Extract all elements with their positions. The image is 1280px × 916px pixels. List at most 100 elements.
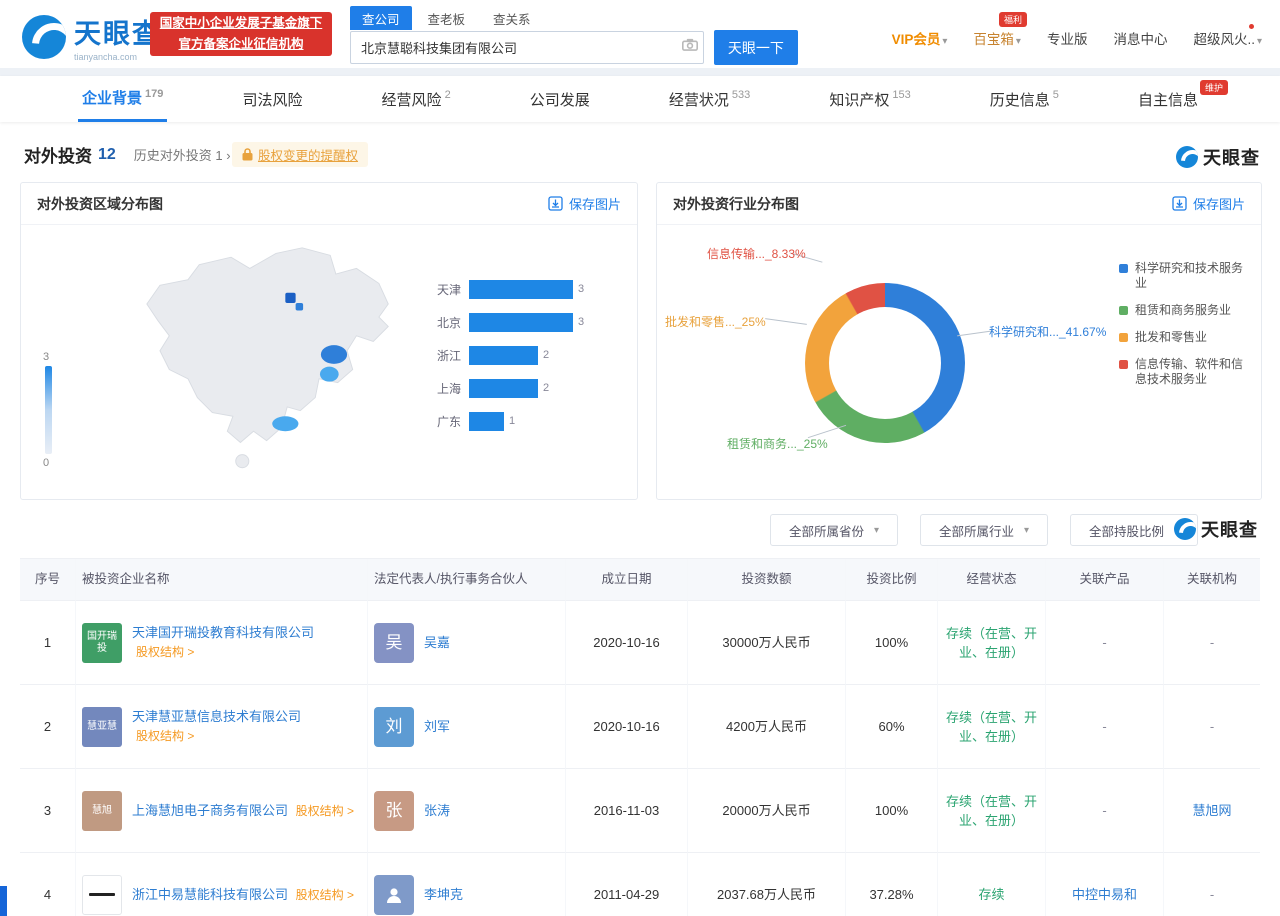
promo-link[interactable]: 股权变更的提醒权 — [232, 142, 368, 167]
camera-icon[interactable] — [682, 38, 698, 51]
tab-self-info[interactable]: 自主信息维护 — [1134, 76, 1202, 122]
tianyancha-investment-page: 天眼查 tianyancha.com 国家中小企业发展子基金旗下 官方备案企业征… — [0, 0, 1280, 916]
toolbox-badge: 福利 — [999, 12, 1027, 27]
search-area: 查公司 查老板 查关系 天眼一下 — [350, 6, 798, 65]
super-link[interactable]: 超级风火..▾ — [1193, 28, 1262, 48]
search-button[interactable]: 天眼一下 — [714, 30, 798, 65]
history-investment-link[interactable]: 历史对外投资 1 › — [134, 145, 231, 164]
message-center-link[interactable]: 消息中心 — [1113, 28, 1167, 48]
save-image-button-region[interactable]: 保存图片 — [548, 194, 621, 213]
table-row: 3 慧旭上海慧旭电子商务有限公司 股权结构 > 张张涛 2016-11-03 2… — [20, 769, 1260, 853]
company-link[interactable]: 天津国开瑞投教育科技有限公司 — [132, 625, 314, 640]
equity-structure-link[interactable]: 股权结构 > — [296, 804, 354, 818]
search-tab-relation[interactable]: 查关系 — [481, 6, 543, 30]
equity-structure-link[interactable]: 股权结构 > — [136, 729, 194, 743]
bar-row: 广东1 — [431, 411, 609, 431]
chevron-down-icon: ▾ — [874, 525, 879, 536]
company-nav-tabs: 企业背景179 司法风险 经营风险2 公司发展 经营状况533 知识产权153 … — [0, 76, 1280, 122]
legal-rep-link[interactable]: 李坤克 — [424, 885, 463, 904]
toolbox-link[interactable]: 福利百宝箱▾ — [973, 28, 1021, 48]
callout-leasing: 租赁和商务..._25% — [727, 435, 828, 452]
search-tab-company[interactable]: 查公司 — [350, 6, 412, 30]
status-badge: 存续 — [938, 853, 1046, 916]
bar-zhejiang — [469, 346, 538, 365]
tab-operation-status[interactable]: 经营状况533 — [665, 76, 754, 122]
industry-distribution-panel: 对外投资行业分布图 保存图片 科学研究和..._41.67% 信息传输..._8… — [656, 182, 1262, 500]
scale-gradient-bar — [45, 366, 52, 454]
industry-panel-title: 对外投资行业分布图 — [673, 194, 799, 214]
table-header-row: 序号 被投资企业名称 法定代表人/执行事务合伙人 成立日期 投资数额 投资比例 … — [20, 558, 1260, 601]
table-row: 2 慧亚慧天津慧亚慧信息技术有限公司 股权结构 > 刘刘军 2020-10-16… — [20, 685, 1260, 769]
tab-company-development[interactable]: 公司发展 — [526, 76, 594, 122]
map-region-zhejiang-shanghai — [321, 345, 347, 364]
banner-line1: 国家中小企业发展子基金旗下 — [150, 13, 332, 34]
company-logo: 慧旭 — [82, 791, 122, 831]
company-link[interactable]: 上海慧旭电子商务有限公司 — [132, 803, 288, 818]
filter-province-dropdown[interactable]: 全部所属省份▾ — [770, 514, 898, 546]
official-banner: 国家中小企业发展子基金旗下 官方备案企业征信机构 — [150, 12, 332, 56]
legal-rep-link[interactable]: 张涛 — [424, 801, 450, 820]
legend-item: 批发和零售业 — [1119, 330, 1247, 345]
legend-swatch-blue — [1119, 264, 1128, 273]
donut-legend: 科学研究和技术服务业 租赁和商务服务业 批发和零售业 信息传输、软件和信息技术服… — [1119, 261, 1247, 399]
equity-structure-link[interactable]: 股权结构 > — [136, 645, 194, 659]
save-image-button-industry[interactable]: 保存图片 — [1172, 194, 1245, 213]
tianyancha-logo-icon — [22, 15, 66, 59]
chevron-down-icon: ▾ — [1257, 36, 1262, 47]
rep-avatar: 刘 — [374, 707, 414, 747]
tianyancha-logo-icon — [1176, 146, 1198, 168]
callout-science: 科学研究和..._41.67% — [989, 323, 1106, 340]
window-edge-strip-bottom — [0, 886, 7, 916]
legal-rep-link[interactable]: 刘军 — [424, 717, 450, 736]
pro-version-link[interactable]: 专业版 — [1047, 28, 1088, 48]
legend-item: 信息传输、软件和信息技术服务业 — [1119, 357, 1247, 387]
legend-item: 科学研究和技术服务业 — [1119, 261, 1247, 291]
search-input[interactable] — [350, 31, 704, 64]
related-product-link[interactable]: 中控中易和 — [1072, 885, 1137, 904]
investment-table: 序号 被投资企业名称 法定代表人/执行事务合伙人 成立日期 投资数额 投资比例 … — [20, 558, 1260, 916]
tab-judicial-risk[interactable]: 司法风险 — [238, 76, 306, 122]
tab-company-background[interactable]: 企业背景179 — [78, 76, 167, 122]
person-icon — [384, 885, 404, 905]
rep-avatar — [374, 875, 414, 915]
download-icon — [1172, 196, 1187, 211]
section-title: 对外投资 — [24, 142, 92, 167]
region-panel-title: 对外投资区域分布图 — [37, 194, 163, 214]
section-count: 12 — [98, 146, 116, 164]
tab-history-info[interactable]: 历史信息5 — [986, 76, 1063, 122]
vip-link[interactable]: VIP会员▾ — [892, 28, 948, 48]
header-divider — [0, 68, 1280, 76]
callout-wholesale: 批发和零售..._25% — [665, 313, 766, 330]
related-org-link[interactable]: 慧旭网 — [1192, 801, 1231, 820]
map-region-guangdong — [272, 416, 298, 431]
legend-swatch-red — [1119, 360, 1128, 369]
tab-operation-risk[interactable]: 经营风险2 — [378, 76, 455, 122]
table-row: 1 国开瑞投天津国开瑞投教育科技有限公司 股权结构 > 吴吴嘉 2020-10-… — [20, 601, 1260, 685]
bar-tianjin — [469, 280, 573, 299]
tab-intellectual-property[interactable]: 知识产权153 — [825, 76, 914, 122]
lock-icon — [242, 148, 253, 161]
tab-badge: 维护 — [1200, 80, 1228, 95]
bar-row: 上海2 — [431, 378, 609, 398]
bar-row: 浙江2 — [431, 345, 609, 365]
chevron-down-icon: ▾ — [942, 36, 947, 47]
company-link[interactable]: 天津慧亚慧信息技术有限公司 — [132, 709, 301, 724]
legend-swatch-green — [1119, 306, 1128, 315]
logo-dash — [89, 893, 115, 896]
chevron-down-icon: ▾ — [1024, 525, 1029, 536]
map-region-tianjin — [296, 303, 303, 310]
rep-avatar: 张 — [374, 791, 414, 831]
industry-donut-chart — [805, 283, 965, 443]
bar-beijing — [469, 313, 573, 332]
banner-line2: 官方备案企业征信机构 — [150, 34, 332, 55]
equity-structure-link[interactable]: 股权结构 > — [296, 888, 354, 902]
bar-shanghai — [469, 379, 538, 398]
legal-rep-link[interactable]: 吴嘉 — [424, 633, 450, 652]
tianyancha-logo-icon — [1174, 518, 1196, 540]
status-badge: 存续（在营、开业、在册） — [938, 601, 1046, 685]
filter-industry-dropdown[interactable]: 全部所属行业▾ — [920, 514, 1048, 546]
search-tab-boss[interactable]: 查老板 — [416, 6, 478, 30]
tianyancha-watermark: 天眼查 — [1174, 516, 1258, 542]
tianyancha-logo[interactable]: 天眼查 tianyancha.com — [22, 12, 161, 62]
company-link[interactable]: 浙江中易慧能科技有限公司 — [132, 887, 288, 902]
